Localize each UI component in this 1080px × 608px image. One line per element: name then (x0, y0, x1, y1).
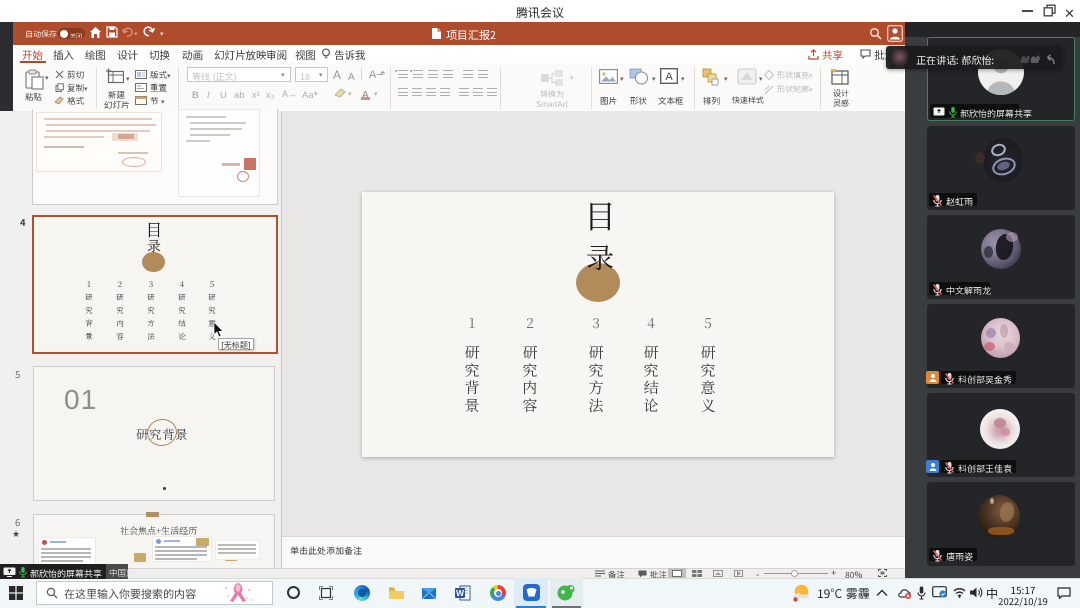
svg-text:A: A (665, 71, 673, 83)
svg-text:W: W (456, 588, 465, 598)
